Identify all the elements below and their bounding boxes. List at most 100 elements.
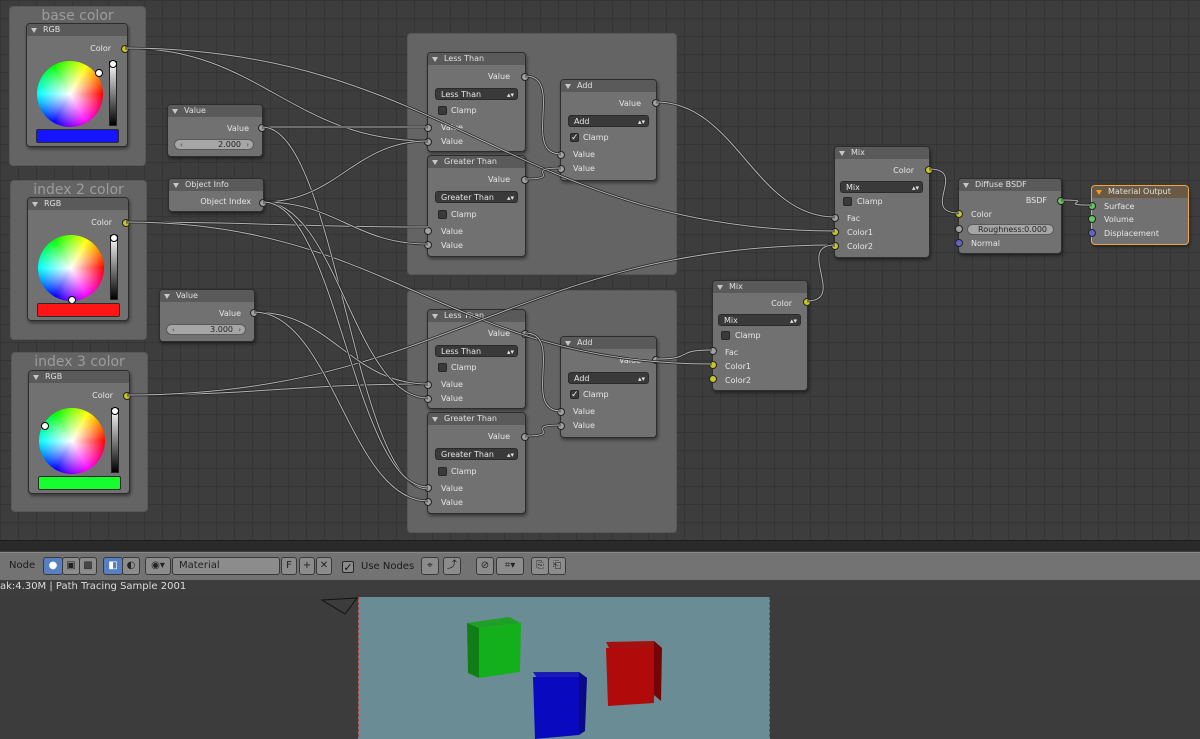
- increment-arrow-icon[interactable]: ›: [246, 140, 249, 150]
- collapse-icon[interactable]: [432, 417, 438, 422]
- operation-dropdown[interactable]: Add ▴▾: [568, 115, 649, 127]
- collapse-icon[interactable]: [432, 314, 438, 319]
- node-link[interactable]: [262, 201, 429, 399]
- math-less-than-node[interactable]: Less Than Value Less Than ▴▾ Clamp Value …: [427, 52, 526, 152]
- operation-dropdown[interactable]: Less Than ▴▾: [435, 345, 518, 357]
- rgb-node[interactable]: RGB Color: [26, 23, 128, 147]
- operation-dropdown[interactable]: Add ▴▾: [568, 372, 649, 384]
- operation-dropdown[interactable]: Less Than ▴▾: [435, 88, 518, 100]
- collapse-icon[interactable]: [32, 202, 38, 207]
- collapse-icon[interactable]: [432, 160, 438, 165]
- value-slider[interactable]: [109, 60, 117, 126]
- output-socket[interactable]: [1057, 197, 1065, 205]
- color-swatch[interactable]: [37, 303, 120, 317]
- input-socket[interactable]: [831, 228, 839, 236]
- blend-mode-dropdown[interactable]: Mix ▴▾: [718, 314, 801, 326]
- node-link[interactable]: [262, 201, 429, 245]
- clamp-checkbox[interactable]: [438, 106, 447, 115]
- node-link[interactable]: [262, 201, 429, 488]
- clamp-checkbox[interactable]: ✓: [570, 133, 579, 143]
- value-node[interactable]: Value Value ‹ 2.000 ›: [167, 104, 263, 157]
- value-field[interactable]: ‹ 3.000 ›: [166, 324, 246, 335]
- collapse-icon[interactable]: [963, 183, 969, 188]
- blend-mode-dropdown[interactable]: Mix ▴▾: [840, 181, 923, 193]
- collapse-icon[interactable]: [31, 28, 37, 33]
- use-nodes-checkbox[interactable]: ✓: [342, 561, 354, 573]
- mix-node[interactable]: Mix Color Mix ▴▾ Clamp Fac Color1 Color2: [834, 146, 930, 258]
- snap-element-icon[interactable]: ⌗▾: [496, 557, 524, 575]
- pin-icon[interactable]: ⌖: [421, 557, 439, 575]
- input-socket[interactable]: [424, 227, 432, 235]
- slider-knob[interactable]: [110, 234, 118, 242]
- input-socket[interactable]: [557, 151, 565, 159]
- node-header[interactable]: Diffuse BSDF: [959, 179, 1061, 191]
- collapse-icon[interactable]: [164, 294, 170, 299]
- value-slider[interactable]: [110, 234, 118, 300]
- node-link[interactable]: [806, 244, 836, 302]
- decrement-arrow-icon[interactable]: ‹: [172, 325, 175, 335]
- collapse-icon[interactable]: [432, 57, 438, 62]
- value-node[interactable]: Value Value ‹ 3.000 ›: [159, 289, 255, 342]
- input-socket[interactable]: [709, 375, 717, 383]
- roughness-field[interactable]: Roughness: 0.000: [967, 224, 1054, 235]
- output-socket[interactable]: [121, 45, 129, 53]
- material-browse-icon[interactable]: ◉▾: [145, 557, 171, 575]
- 3d-viewport[interactable]: [0, 594, 1200, 739]
- node-link[interactable]: [655, 101, 836, 218]
- node-header[interactable]: Add: [561, 80, 656, 92]
- output-socket[interactable]: [250, 309, 258, 317]
- output-socket[interactable]: [803, 298, 811, 306]
- output-socket[interactable]: [122, 219, 130, 227]
- color-picker-knob[interactable]: [41, 422, 49, 430]
- collapse-icon[interactable]: [172, 109, 178, 114]
- operation-dropdown[interactable]: Greater Than ▴▾: [435, 191, 518, 203]
- diffuse-bsdf-node[interactable]: Diffuse BSDF BSDF Color Roughness: 0.000 …: [958, 178, 1062, 254]
- node-editor[interactable]: base color index 2 color index 3 color R…: [0, 0, 1200, 540]
- input-socket[interactable]: [424, 395, 432, 403]
- collapse-icon[interactable]: [173, 183, 179, 188]
- area-divider[interactable]: [0, 540, 1200, 551]
- go-to-parent-icon[interactable]: ⤴: [443, 557, 461, 575]
- node-link[interactable]: [262, 140, 429, 203]
- color-wheel[interactable]: [38, 235, 104, 304]
- clamp-checkbox[interactable]: ✓: [570, 390, 579, 400]
- input-socket[interactable]: [424, 498, 432, 506]
- increment-arrow-icon[interactable]: ›: [238, 325, 241, 335]
- node-link[interactable]: [253, 311, 429, 385]
- node-header[interactable]: Value: [168, 105, 262, 117]
- clamp-checkbox[interactable]: [438, 210, 447, 219]
- color-swatch[interactable]: [36, 129, 119, 143]
- input-socket[interactable]: [424, 381, 432, 389]
- math-less-than-node[interactable]: Less Than Value Less Than ▴▾ Clamp Value …: [427, 309, 526, 409]
- output-socket[interactable]: [123, 392, 131, 400]
- collapse-icon[interactable]: [33, 375, 39, 380]
- world-shader-icon[interactable]: ◐: [122, 557, 140, 575]
- output-socket[interactable]: [259, 199, 267, 207]
- math-add-node[interactable]: Add Value Add ▴▾ ✓ Clamp Value Value: [560, 79, 657, 181]
- node-link[interactable]: [928, 168, 960, 214]
- input-socket[interactable]: [831, 214, 839, 222]
- input-socket[interactable]: [831, 242, 839, 250]
- node-header[interactable]: RGB: [29, 371, 129, 383]
- output-socket[interactable]: [652, 356, 660, 364]
- rgb-node[interactable]: RGB Color: [28, 370, 130, 494]
- operation-dropdown[interactable]: Greater Than ▴▾: [435, 448, 518, 460]
- color-wheel[interactable]: [39, 408, 105, 474]
- output-socket[interactable]: [521, 176, 529, 184]
- output-socket[interactable]: [521, 433, 529, 441]
- value-field[interactable]: ‹ 2.000 ›: [174, 139, 254, 150]
- input-socket[interactable]: [557, 165, 565, 173]
- collapse-icon[interactable]: [839, 151, 845, 156]
- decrement-arrow-icon[interactable]: ‹: [180, 140, 183, 150]
- input-socket[interactable]: [1088, 202, 1096, 210]
- node-header[interactable]: RGB: [28, 198, 128, 210]
- node-header[interactable]: Object Info: [169, 179, 263, 191]
- input-socket[interactable]: [424, 124, 432, 132]
- collapse-icon[interactable]: [717, 285, 723, 290]
- snap-toggle-icon[interactable]: ⊘: [476, 557, 494, 575]
- collapse-icon[interactable]: [1096, 190, 1102, 195]
- node-link[interactable]: [261, 126, 429, 490]
- texture-nodes-icon[interactable]: ▩: [79, 557, 97, 575]
- object-info-node[interactable]: Object Info Object Index: [168, 178, 264, 212]
- color-swatch[interactable]: [38, 476, 121, 490]
